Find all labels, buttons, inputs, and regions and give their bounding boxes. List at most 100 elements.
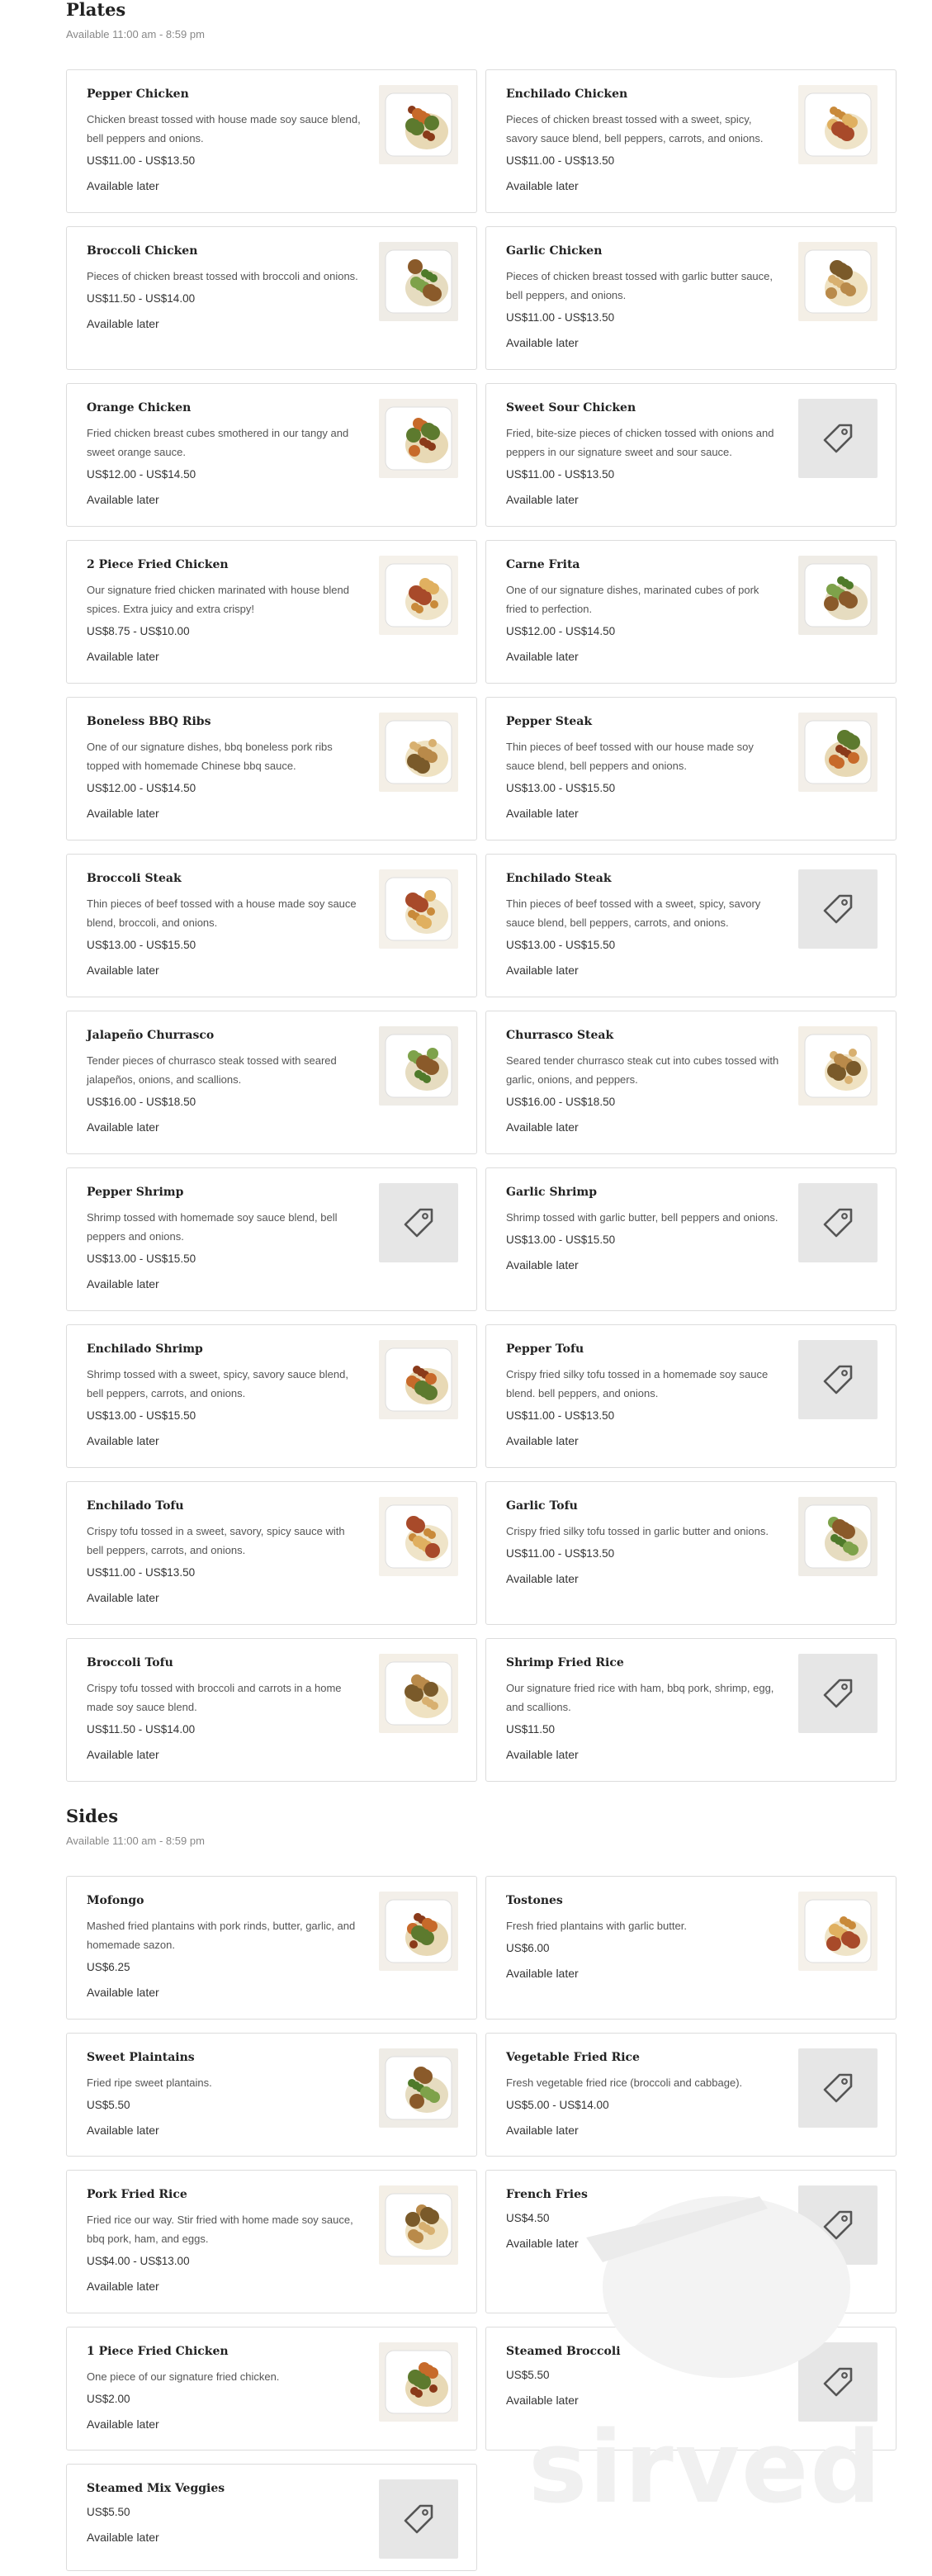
menu-item-description: Our signature fried rice with ham, bbq p… <box>506 1682 774 1713</box>
menu-item-price: US$11.00 - US$13.50 <box>87 154 196 167</box>
menu-item-card[interactable]: Broccoli Steak Thin pieces of beef tossed… <box>66 854 477 997</box>
menu-item-availability: Available later <box>87 2124 159 2137</box>
menu-item-card[interactable]: 1 Piece Fried Chicken One piece of our si… <box>66 2327 477 2451</box>
menu-item-price: US$13.00 - US$15.50 <box>87 939 196 951</box>
menu-item-info: Vegetable Fried Rice Fresh vegetable frie… <box>506 2050 780 2138</box>
menu-item-price: US$11.00 - US$13.50 <box>506 1409 615 1422</box>
menu-item-price: US$13.00 - US$15.50 <box>506 939 616 951</box>
menu-item-price: US$4.50 <box>506 2212 550 2224</box>
food-photo <box>798 85 878 164</box>
menu-item-name: Sweet Plaintains <box>87 2051 195 2064</box>
menu-item-availability: Available later <box>506 2394 579 2407</box>
menu-item-name: Pepper Tofu <box>506 1342 584 1356</box>
menu-item-card[interactable]: Garlic Chicken Pieces of chicken breast t… <box>485 226 897 370</box>
menu-item-card[interactable]: Enchilado Tofu Crispy tofu tossed in a sw… <box>66 1481 477 1625</box>
menu-item-description: Mashed fried plantains with pork rinds, … <box>87 1920 356 1951</box>
section-availability: Available 11:00 am - 8:59 pm <box>66 28 205 40</box>
menu-item-name: Pepper Chicken <box>87 88 189 101</box>
menu-item-card[interactable]: Jalapeño Churrasco Tender pieces of churr… <box>66 1011 477 1154</box>
menu-item-card[interactable]: Enchilado Chicken Pieces of chicken breas… <box>485 69 897 213</box>
menu-item-card[interactable]: Garlic Shrimp Shrimp tossed with garlic b… <box>485 1167 897 1311</box>
menu-item-name: Enchilado Tofu <box>87 1499 184 1513</box>
menu-item-card[interactable]: Pork Fried Rice Fried rice our way. Stir … <box>66 2170 477 2313</box>
menu-item-name: Jalapeño Churrasco <box>87 1029 215 1042</box>
menu-item-card[interactable]: Orange Chicken Fried chicken breast cubes… <box>66 383 477 527</box>
tag-icon <box>798 2342 878 2422</box>
menu-item-card[interactable]: Garlic Tofu Crispy fried silky tofu tosse… <box>485 1481 897 1625</box>
tag-icon <box>798 1183 878 1262</box>
menu-item-card[interactable]: Broccoli Tofu Crispy tofu tossed with bro… <box>66 1638 477 1782</box>
menu-item-availability: Available later <box>87 1120 159 1134</box>
menu-item-card[interactable]: Churrasco Steak Seared tender churrasco s… <box>485 1011 897 1154</box>
menu-item-description: Thin pieces of beef tossed with a sweet,… <box>506 897 761 929</box>
menu-item-card[interactable]: Mofongo Mashed fried plantains with pork … <box>66 1876 477 2020</box>
menu-item-name: Pepper Steak <box>506 715 593 728</box>
food-photo <box>379 1654 458 1733</box>
menu-item-price: US$2.00 <box>87 2393 130 2405</box>
menu-item-info: Enchilado Chicken Pieces of chicken breas… <box>506 87 780 194</box>
menu-item-description: Thin pieces of beef tossed with a house … <box>87 897 357 929</box>
menu-item-name: Boneless BBQ Ribs <box>87 715 211 728</box>
menu-item-card[interactable]: Steamed Broccoli US$5.50 Available later <box>485 2327 897 2451</box>
menu-item-description: Fried, bite-size pieces of chicken tosse… <box>506 427 774 458</box>
menu-item-card[interactable]: Sweet Plaintains Fried ripe sweet plantai… <box>66 2033 477 2157</box>
menu-item-info: Pepper Steak Thin pieces of beef tossed w… <box>506 714 780 822</box>
menu-item-card[interactable]: French Fries US$4.50 Available later <box>485 2170 897 2313</box>
menu-item-price: US$5.00 - US$14.00 <box>506 2099 609 2111</box>
menu-item-info: Garlic Chicken Pieces of chicken breast t… <box>506 244 780 351</box>
menu-item-price: US$12.00 - US$14.50 <box>87 468 196 481</box>
menu-item-card[interactable]: Boneless BBQ Ribs One of our signature di… <box>66 697 477 841</box>
menu-item-description: Shrimp tossed with homemade soy sauce bl… <box>87 1211 338 1243</box>
menu-item-price: US$12.00 - US$14.50 <box>506 625 616 637</box>
menu-item-card[interactable]: Sweet Sour Chicken Fried, bite-size piece… <box>485 383 897 527</box>
menu-item-name: Churrasco Steak <box>506 1029 614 1042</box>
menu-item-description: Fresh fried plantains with garlic butter… <box>506 1920 687 1932</box>
menu-item-info: French Fries US$4.50 Available later <box>506 2187 780 2252</box>
menu-item-availability: Available later <box>87 179 159 192</box>
menu-item-card[interactable]: Pepper Steak Thin pieces of beef tossed w… <box>485 697 897 841</box>
menu-item-card[interactable]: Pepper Chicken Chicken breast tossed with… <box>66 69 477 213</box>
menu-item-card[interactable]: Vegetable Fried Rice Fresh vegetable frie… <box>485 2033 897 2157</box>
menu-item-card[interactable]: Pepper Tofu Crispy fried silky tofu tosse… <box>485 1324 897 1468</box>
menu-item-card[interactable]: Enchilado Shrimp Shrimp tossed with a swe… <box>66 1324 477 1468</box>
food-photo <box>379 1026 458 1106</box>
menu-item-card[interactable]: Pepper Shrimp Shrimp tossed with homemade… <box>66 1167 477 1311</box>
menu-item-name: French Fries <box>506 2188 588 2201</box>
menu-item-availability: Available later <box>506 1572 579 1585</box>
menu-item-info: Shrimp Fried Rice Our signature fried ric… <box>506 1655 780 1763</box>
tag-icon <box>379 1183 458 1262</box>
menu-item-description: Seared tender churrasco steak cut into c… <box>506 1054 779 1086</box>
menu-item-availability: Available later <box>87 2417 159 2431</box>
menu-item-availability: Available later <box>87 317 159 330</box>
menu-section-plates: Plates Available 11:00 am - 8:59 pm Pepper… <box>66 0 897 1782</box>
menu-item-info: Pepper Chicken Chicken breast tossed with… <box>87 87 361 194</box>
food-photo <box>379 1340 458 1419</box>
food-photo <box>379 399 458 478</box>
menu-item-availability: Available later <box>87 807 159 820</box>
tag-icon <box>798 1654 878 1733</box>
menu-item-info: Steamed Broccoli US$5.50 Available later <box>506 2344 780 2408</box>
menu-item-availability: Available later <box>506 964 579 977</box>
food-photo <box>379 242 458 321</box>
menu-item-card[interactable]: Broccoli Chicken Pieces of chicken breast… <box>66 226 477 370</box>
menu-item-card[interactable]: Shrimp Fried Rice Our signature fried ric… <box>485 1638 897 1782</box>
menu-item-card[interactable]: Steamed Mix Veggies US$5.50 Available late… <box>66 2464 477 2571</box>
menu-item-card[interactable]: Enchilado Steak Thin pieces of beef tosse… <box>485 854 897 997</box>
menu-item-name: Shrimp Fried Rice <box>506 1656 624 1669</box>
menu-item-availability: Available later <box>87 1748 159 1761</box>
food-photo <box>798 713 878 792</box>
menu-item-price: US$16.00 - US$18.50 <box>87 1096 196 1108</box>
menu-item-price: US$5.50 <box>87 2506 130 2518</box>
menu-item-card[interactable]: Carne Frita One of our signature dishes, … <box>485 540 897 684</box>
food-photo <box>798 1892 878 1971</box>
menu-item-name: Vegetable Fried Rice <box>506 2051 640 2064</box>
food-photo <box>379 85 458 164</box>
menu-item-card[interactable]: 2 Piece Fried Chicken Our signature fried… <box>66 540 477 684</box>
menu-item-card[interactable]: Tostones Fresh fried plantains with garli… <box>485 1876 897 2020</box>
menu-item-availability: Available later <box>87 493 159 506</box>
food-photo <box>798 556 878 635</box>
menu-item-availability: Available later <box>87 1434 159 1447</box>
menu-item-price: US$13.00 - US$15.50 <box>87 1409 196 1422</box>
menu-item-description: Crispy tofu tossed with broccoli and car… <box>87 1682 342 1713</box>
menu-item-info: Broccoli Steak Thin pieces of beef tossed… <box>87 871 361 978</box>
